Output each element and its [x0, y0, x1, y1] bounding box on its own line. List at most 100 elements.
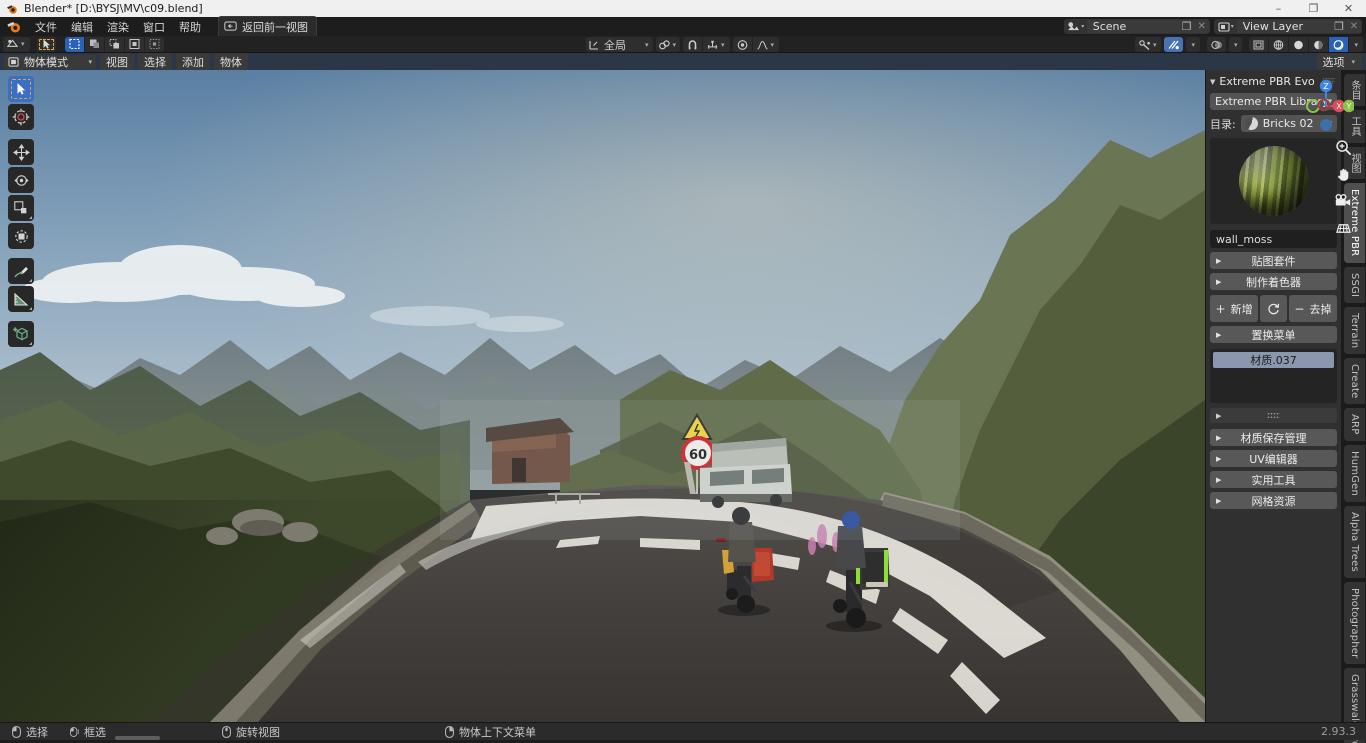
tool-transform[interactable]: [8, 223, 34, 249]
viewport-options-label: 选项: [1322, 55, 1345, 69]
xray-toggle-button[interactable]: [1206, 37, 1226, 52]
material-preview[interactable]: [1210, 138, 1337, 224]
select-tweak-button[interactable]: [144, 36, 164, 52]
refresh-slot-button[interactable]: [1260, 295, 1287, 322]
viewport-menu-add[interactable]: 添加: [176, 52, 210, 71]
panel-drag-handle-row[interactable]: ▶: [1210, 408, 1337, 423]
tool-tweak[interactable]: [8, 76, 34, 102]
viewport-menu-select[interactable]: 选择: [138, 52, 172, 71]
menu-help[interactable]: 帮助: [172, 17, 208, 37]
shading-popover-button[interactable]: ▾: [1349, 37, 1363, 52]
transform-orientation-button[interactable]: 全局 ▾: [586, 37, 653, 52]
camera-view-icon[interactable]: [1332, 190, 1354, 212]
mouse-middle-icon: [222, 725, 231, 738]
add-slot-button[interactable]: + 新增: [1210, 295, 1259, 322]
mesh-resources-button[interactable]: ▶ 网格资源: [1210, 492, 1337, 509]
overlays-toggle-button[interactable]: [1164, 37, 1184, 52]
maximize-button[interactable]: ❐: [1296, 0, 1331, 17]
tab-create[interactable]: Create: [1344, 358, 1365, 405]
falloff-button[interactable]: ▾: [752, 37, 780, 52]
scene-name[interactable]: Scene: [1086, 20, 1179, 33]
unlink-scene-icon[interactable]: ✕: [1194, 20, 1209, 33]
tool-scale[interactable]: [8, 195, 34, 221]
view-layer-datablock[interactable]: ▾ View Layer ❐ ✕: [1213, 19, 1362, 34]
select-circle-button[interactable]: [84, 36, 104, 52]
shading-solid-button[interactable]: [1269, 37, 1289, 52]
tool-rotate[interactable]: [8, 167, 34, 193]
uv-editor-button[interactable]: ▶ UV编辑器: [1210, 450, 1337, 467]
minimize-button[interactable]: –: [1261, 0, 1296, 17]
ruler-icon: [14, 292, 29, 306]
snap-target-button[interactable]: ▾: [703, 37, 730, 52]
viewport-options-button[interactable]: 选项 ▾: [1317, 52, 1362, 71]
editor-type-button[interactable]: ▾: [3, 36, 30, 52]
select-lasso-button[interactable]: [104, 36, 124, 52]
shading-rendered-button[interactable]: [1329, 37, 1349, 52]
rendered-icon: [1334, 39, 1344, 50]
close-button[interactable]: ✕: [1331, 0, 1366, 17]
replace-menu-button[interactable]: ▶ 置换菜单: [1210, 326, 1337, 343]
pivot-point-button[interactable]: ▾: [655, 37, 681, 52]
tool-annotate[interactable]: [8, 258, 34, 284]
zoom-view-icon[interactable]: [1332, 136, 1354, 158]
overlays-popover-button[interactable]: ▾: [1186, 37, 1200, 52]
workspace-back-button[interactable]: 返回前一视图: [218, 15, 317, 38]
menu-render[interactable]: 渲染: [100, 17, 136, 37]
scene-icon[interactable]: ▾: [1064, 20, 1087, 33]
material-slot-item[interactable]: 材质.037: [1213, 352, 1334, 368]
menu-file[interactable]: 文件: [28, 17, 64, 37]
3d-viewport[interactable]: 60: [0, 70, 1205, 722]
snap-toggle-button[interactable]: [683, 37, 703, 52]
toggle-ortho-icon[interactable]: [1332, 217, 1354, 239]
shading-material-preview-button[interactable]: [1289, 37, 1309, 52]
tab-humgen[interactable]: HumGen: [1344, 444, 1365, 502]
make-shader-button[interactable]: ▶ 制作着色器: [1210, 273, 1337, 290]
tab-photographer[interactable]: Photographer: [1344, 581, 1365, 665]
viewport-menu-object[interactable]: 物体: [214, 52, 248, 71]
material-save-manager-button[interactable]: ▶ 材质保存管理: [1210, 429, 1337, 446]
menu-window[interactable]: 窗口: [136, 17, 172, 37]
navigation-gizmo[interactable]: Z X Y: [1298, 76, 1356, 132]
material-slot-empty[interactable]: [1213, 368, 1334, 400]
status-context-menu-label: 物体上下文菜单: [459, 725, 536, 739]
proportional-edit-button[interactable]: [732, 37, 752, 52]
view-layer-name[interactable]: View Layer: [1236, 20, 1331, 33]
utility-tools-button[interactable]: ▶ 实用工具: [1210, 471, 1337, 488]
shading-mode-group: ▾: [1249, 37, 1363, 52]
select-extend-button[interactable]: [124, 36, 144, 52]
gizmo-toggle-button[interactable]: ▾: [1134, 37, 1162, 52]
blender-window: Blender* [D:\BYSJ\MV\c09.blend] – ❐ ✕ 文件…: [0, 0, 1366, 743]
tool-add-cube[interactable]: [8, 321, 34, 347]
orientation-label: 全局: [604, 38, 626, 52]
tab-alpha-trees[interactable]: Alpha Trees: [1344, 505, 1365, 578]
object-mode-dropdown[interactable]: 物体模式 ▾: [4, 54, 96, 69]
tool-cursor[interactable]: [8, 104, 34, 130]
material-name-field[interactable]: wall_moss: [1210, 230, 1337, 248]
remove-slot-button[interactable]: − 去掉: [1288, 295, 1337, 322]
new-scene-icon[interactable]: ❐: [1178, 20, 1195, 33]
svg-text:Z: Z: [1323, 82, 1329, 91]
tab-terrain[interactable]: Terrain: [1344, 306, 1365, 354]
view-layer-icon[interactable]: ▾: [1214, 20, 1237, 33]
shading-wireframe-button[interactable]: [1249, 37, 1269, 52]
xray-popover-button[interactable]: ▾: [1228, 37, 1243, 52]
menu-edit[interactable]: 编辑: [64, 17, 100, 37]
tab-arp[interactable]: ARP: [1344, 408, 1365, 441]
blender-menu-logo-icon[interactable]: [6, 19, 22, 34]
snap-target-icon: [707, 40, 718, 49]
tweak-cursor-button[interactable]: [36, 36, 56, 52]
texture-kit-button[interactable]: ▶ 贴图套件: [1210, 252, 1337, 269]
pan-view-icon[interactable]: [1332, 163, 1354, 185]
tool-move[interactable]: [8, 139, 34, 165]
viewport-menu-view[interactable]: 视图: [100, 52, 134, 71]
horizontal-scrollbar[interactable]: [115, 736, 160, 740]
shading-preview-half-button[interactable]: [1309, 37, 1329, 52]
new-view-layer-icon[interactable]: ❐: [1331, 20, 1347, 33]
tool-measure[interactable]: [8, 286, 34, 312]
remove-view-layer-icon[interactable]: ✕: [1347, 20, 1361, 33]
category-label: 目录:: [1210, 117, 1236, 131]
move-arrows-icon: [12, 143, 30, 161]
select-box-button[interactable]: [64, 36, 84, 52]
scene-datablock[interactable]: ▾ Scene ❐ ✕: [1063, 19, 1210, 34]
tab-ssgi[interactable]: SSGI: [1344, 266, 1365, 303]
